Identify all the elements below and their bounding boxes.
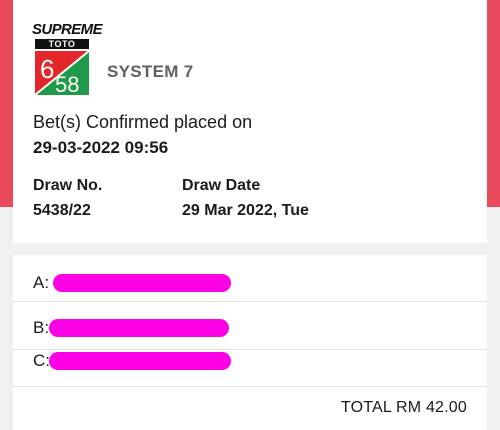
draw-no-label: Draw No. <box>33 177 103 194</box>
logo-brand-word: SUPREME <box>32 21 103 38</box>
redacted-bet-numbers-c <box>49 352 231 370</box>
supreme-toto-logo: SUPREME TOTO 6 58 <box>32 21 103 96</box>
row-divider <box>13 349 487 350</box>
bet-label-c: C: <box>33 351 50 370</box>
fraction-6-58-graphic: 6 58 <box>35 51 89 95</box>
system-type-label: SYSTEM 7 <box>107 62 194 81</box>
draw-date-label: Draw Date <box>182 177 261 194</box>
logo-fraction-tile: 6 58 <box>35 51 89 95</box>
redacted-bet-numbers-a <box>53 274 231 292</box>
bet-lines-card: A: B: C: TOTAL RM 42.00 <box>13 255 487 430</box>
draw-no-value: 5438/22 <box>33 202 91 219</box>
logo-numerator: 6 <box>40 54 54 84</box>
bet-label-a: A: <box>33 273 50 292</box>
logo-denominator: 58 <box>55 72 79 95</box>
draw-date-value: 29 Mar 2022, Tue <box>182 202 309 219</box>
confirmation-label: Bet(s) Confirmed placed on <box>33 112 253 132</box>
row-divider <box>13 301 487 302</box>
redacted-bet-numbers-b <box>49 319 229 337</box>
bet-row-b: B: <box>13 303 487 351</box>
bet-row-a: A: <box>13 257 487 305</box>
logo-sub-word: TOTO <box>35 39 89 49</box>
bet-row-c: C: <box>13 351 487 399</box>
confirmation-datetime: 29-03-2022 09:56 <box>33 138 169 157</box>
total-amount: TOTAL RM 42.00 <box>340 399 467 416</box>
row-divider <box>13 386 487 387</box>
ticket-summary-card: SUPREME TOTO 6 58 SYSTEM 7 Bet(s) Confir… <box>13 0 487 243</box>
bet-label-b: B: <box>33 318 50 337</box>
